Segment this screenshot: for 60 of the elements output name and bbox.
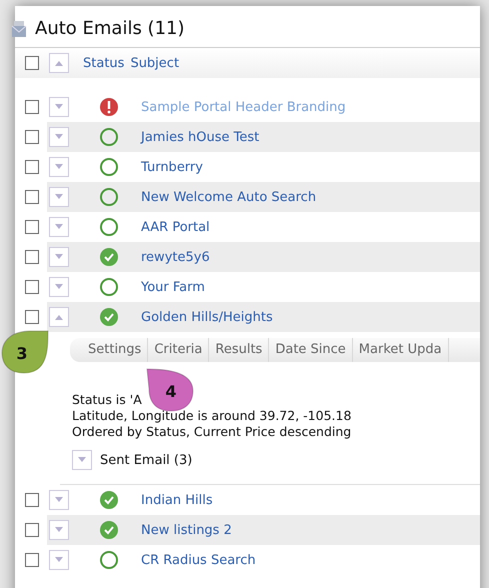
checkbox[interactable] <box>25 130 39 144</box>
tab[interactable]: Date Since <box>269 338 353 362</box>
caret-icon <box>54 194 64 200</box>
expand-button[interactable] <box>49 247 69 267</box>
tab[interactable]: Settings <box>70 338 148 362</box>
caret-icon <box>54 164 64 170</box>
checkbox[interactable] <box>25 160 39 174</box>
checkbox[interactable] <box>25 523 39 537</box>
subject-link[interactable]: Indian Hills <box>141 492 213 508</box>
caret-icon <box>54 60 64 66</box>
expand-button[interactable] <box>72 450 92 470</box>
expand-button[interactable] <box>49 277 69 297</box>
subject-link[interactable]: Your Farm <box>141 280 205 294</box>
sent-email-label: Sent Email (3) <box>100 452 192 468</box>
panel-title: Auto Emails (11) <box>35 18 185 39</box>
checkbox[interactable] <box>25 190 39 204</box>
caret-icon <box>54 497 64 503</box>
column-header[interactable]: Status <box>83 56 124 70</box>
criteria-line: Status is 'A <box>72 392 142 408</box>
checkbox[interactable] <box>25 493 39 507</box>
mail-icon <box>11 20 27 38</box>
caret-icon <box>77 457 87 463</box>
caret-icon <box>54 284 64 290</box>
caret-icon <box>54 527 64 533</box>
subject-link[interactable]: AAR Portal <box>141 220 210 234</box>
expand-button[interactable] <box>49 550 69 570</box>
expand-button[interactable] <box>49 157 69 177</box>
checkbox[interactable] <box>25 56 39 70</box>
criteria-line: Ordered by Status, Current Price descending <box>72 424 352 440</box>
collapse-button[interactable] <box>49 307 69 327</box>
subject-link[interactable]: New listings 2 <box>141 522 232 538</box>
tab[interactable]: Market Upda <box>352 338 449 362</box>
expand-button[interactable] <box>49 490 69 510</box>
caret-icon <box>54 134 64 140</box>
caret-icon <box>54 314 64 320</box>
expand-button[interactable] <box>49 127 69 147</box>
expand-button[interactable] <box>49 187 69 207</box>
caret-icon <box>54 557 64 563</box>
checkbox[interactable] <box>25 100 39 114</box>
expand-button[interactable] <box>49 97 69 117</box>
caret-icon <box>54 224 64 230</box>
subject-link[interactable]: Golden Hills/Heights <box>141 310 273 324</box>
checkbox[interactable] <box>25 280 39 294</box>
subject-link[interactable]: Turnberry <box>141 160 203 174</box>
caret-icon <box>54 254 64 260</box>
tab[interactable]: Criteria <box>148 338 210 362</box>
caret-icon <box>54 104 64 110</box>
callout-badge: 3 <box>0 329 50 375</box>
collapse-button[interactable] <box>49 53 69 73</box>
column-header[interactable]: Subject <box>130 56 180 70</box>
subject-link[interactable]: rewyte5y6 <box>141 250 210 264</box>
checkbox[interactable] <box>25 220 39 234</box>
tab[interactable]: Results <box>209 338 270 362</box>
checkbox[interactable] <box>25 310 39 324</box>
subject-link[interactable]: CR Radius Search <box>141 552 256 568</box>
checkbox[interactable] <box>25 250 39 264</box>
checkbox[interactable] <box>25 553 39 567</box>
subject-link[interactable]: Jamies hOuse Test <box>141 130 260 144</box>
expand-button[interactable] <box>49 520 69 540</box>
expand-button[interactable] <box>49 217 69 237</box>
